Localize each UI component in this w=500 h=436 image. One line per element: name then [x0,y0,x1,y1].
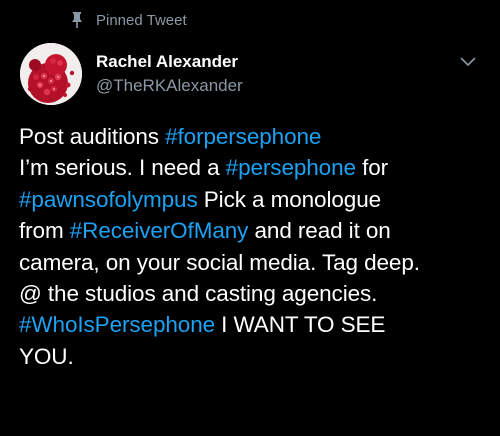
tweet-line: camera, on your social media. Tag deep. [19,247,489,278]
author-handle[interactable]: @TheRKAlexander [96,76,243,96]
tweet-text-segment: I’m serious. I need a [19,155,226,181]
hashtag-link[interactable]: #forpersephone [165,124,321,149]
hashtag-link[interactable]: #ReceiverOfMany [70,218,249,243]
hashtag-link[interactable]: #pawnsofolympus [19,187,198,212]
tweet-text-segment: @ the studios and casting agencies. [19,281,378,307]
tweet-text-segment: from [19,218,70,244]
tweet-line: YOU. [19,341,489,372]
author-name[interactable]: Rachel Alexander [96,52,238,72]
hashtag-link[interactable]: #persephone [226,155,356,180]
pin-icon [70,12,84,28]
avatar[interactable] [20,43,82,105]
pomegranate-avatar [20,43,82,105]
tweet-line: Post auditions #forpersephone [19,121,489,152]
chevron-down-icon[interactable] [459,55,477,69]
tweet-line: @ the studios and casting agencies. [19,278,489,309]
tweet-text-segment: Post auditions [19,124,166,149]
tweet-line: from #ReceiverOfMany and read it on [19,215,489,246]
tweet-text-segment: and read it on [248,218,391,244]
pinned-label: Pinned Tweet [96,11,187,29]
tweet-text-segment: YOU. [19,343,74,369]
tweet-line: #pawnsofolympus Pick a monologue [19,184,489,215]
tweet-text-segment: camera, on your social media. Tag deep. [19,249,420,275]
tweet-text: Post auditions #forpersephone I’m serious… [19,121,489,372]
tweet-line: I’m serious. I need a #persephone for [19,152,489,183]
pinned-tweet-indicator: Pinned Tweet [70,9,187,31]
tweet-text-segment: for [355,155,389,181]
tweet-text-segment: Pick a monologue [197,186,382,212]
hashtag-link[interactable]: #WhoIsPersephone [19,312,215,337]
tweet-text-segment: I WANT TO SEE [215,312,386,338]
tweet-line: #WhoIsPersephone I WANT TO SEE [19,309,489,340]
